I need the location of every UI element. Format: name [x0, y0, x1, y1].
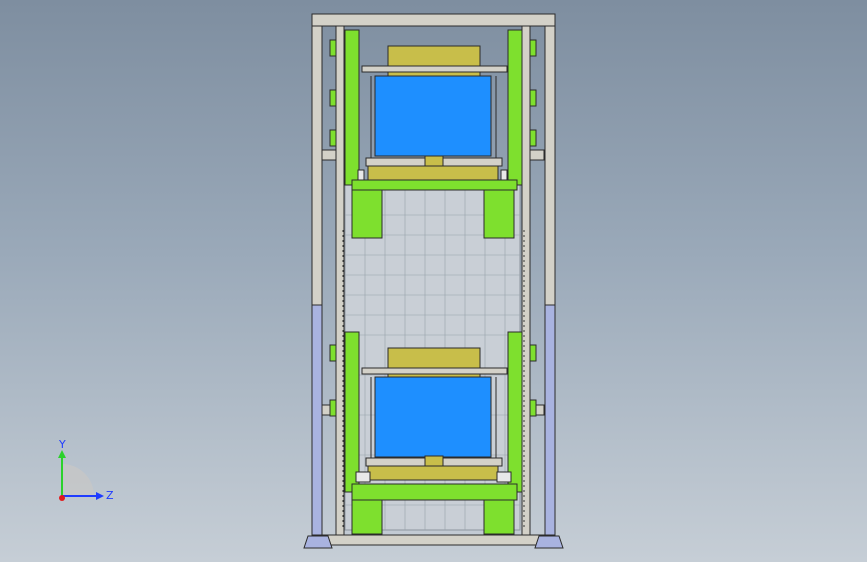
y-axis-label: Y: [58, 438, 66, 451]
x-axis-dot: [59, 495, 65, 501]
elevator-assembly-model[interactable]: [0, 0, 867, 562]
y-arrow-icon: [58, 450, 66, 458]
z-axis-label: Z: [106, 489, 114, 502]
cad-viewport[interactable]: Y Z: [0, 0, 867, 562]
triad-plane: [62, 464, 94, 496]
coordinate-triad: Y Z: [58, 438, 114, 502]
z-arrow-icon: [96, 492, 104, 500]
